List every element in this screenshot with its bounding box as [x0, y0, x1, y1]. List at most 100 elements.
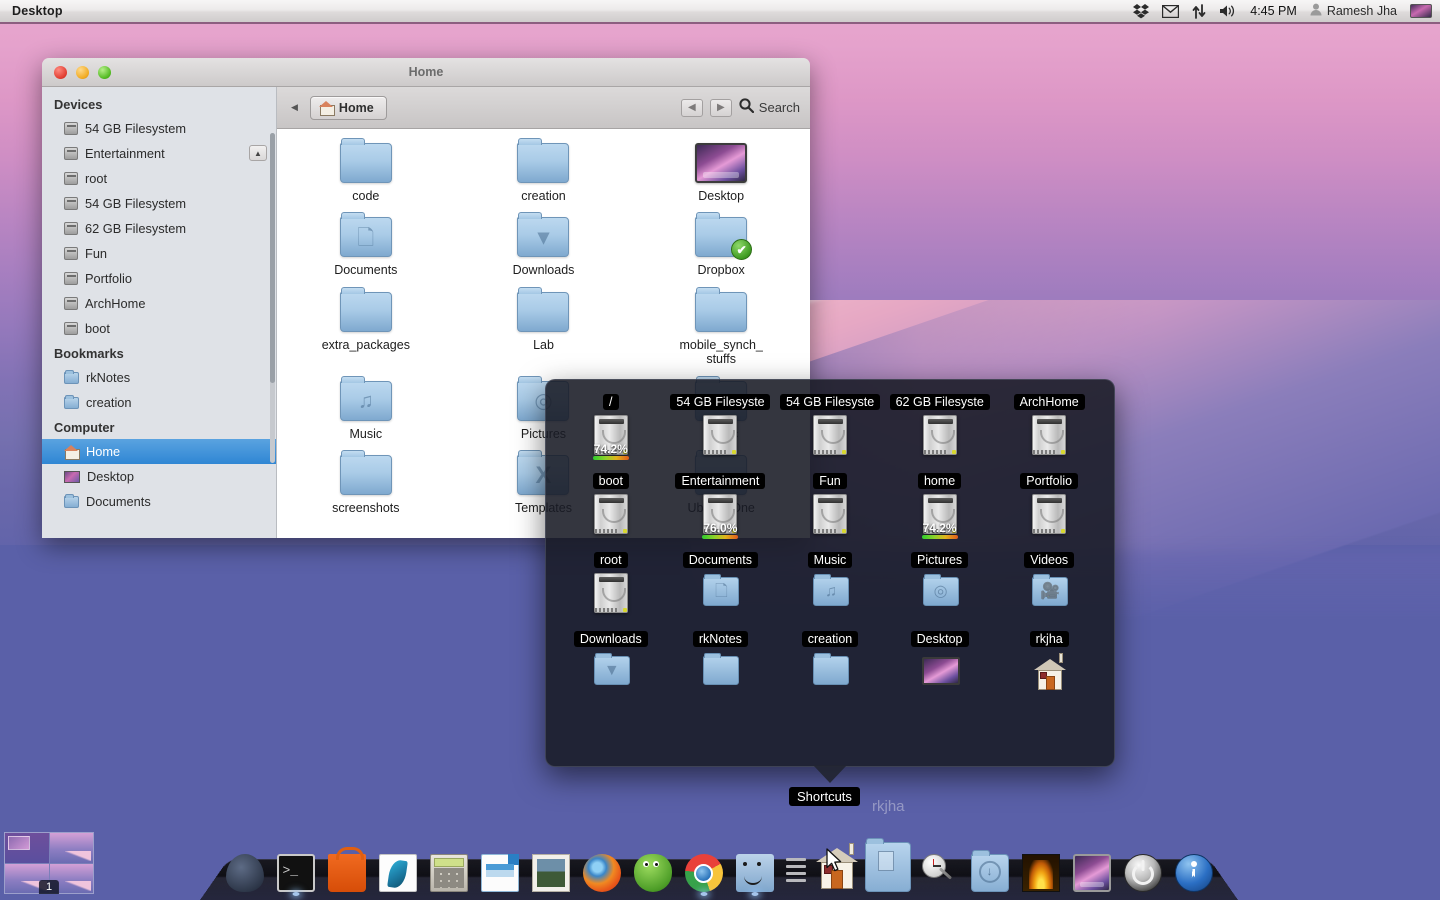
- sidebar-scrollbar[interactable]: [270, 133, 275, 463]
- search-icon: [739, 98, 754, 117]
- display-icon[interactable]: [1410, 4, 1432, 19]
- sidebar-item-54gb-filesystem-2[interactable]: 54 GB Filesystem: [42, 191, 276, 216]
- window-title-bar[interactable]: Home: [42, 58, 810, 87]
- dock-item-terminal[interactable]: >_: [273, 846, 319, 892]
- dock-item-downloads-stack[interactable]: [967, 846, 1013, 892]
- file-item[interactable]: Lab: [455, 292, 633, 367]
- search-button[interactable]: Search: [739, 98, 800, 117]
- dock-item-search-clock[interactable]: [916, 846, 962, 892]
- sidebar-item-root[interactable]: root: [42, 166, 276, 191]
- shortcut-item-portfolio[interactable]: Portfolio: [994, 473, 1104, 536]
- shortcuts-popup-panel[interactable]: / 74.2% 54 GB Filesyste 54 GB Filesyste …: [545, 379, 1115, 767]
- workspace-2[interactable]: [50, 833, 94, 863]
- sidebar-item-home[interactable]: Home: [42, 439, 276, 464]
- dock-item-image-viewer[interactable]: [528, 846, 574, 892]
- file-item[interactable]: Desktop: [632, 143, 810, 203]
- sidebar-item-rknotes[interactable]: rkNotes: [42, 365, 276, 390]
- shortcut-item-fun[interactable]: Fun: [775, 473, 885, 536]
- hard-drive-icon: [807, 413, 853, 457]
- dock-item-messenger[interactable]: [630, 846, 676, 892]
- shortcut-item-documents[interactable]: Documents 🗋: [666, 552, 776, 615]
- dock-item-desktop-preview[interactable]: [1069, 846, 1115, 892]
- file-item[interactable]: mobile_synch_ stuffs: [632, 292, 810, 367]
- file-item[interactable]: creation: [455, 143, 633, 203]
- shortcut-item-pictures[interactable]: Pictures ◎: [885, 552, 995, 615]
- sidebar-header-computer: Computer: [42, 415, 276, 439]
- shortcut-item-archhome[interactable]: ArchHome: [994, 394, 1104, 457]
- shortcut-item-rknotes[interactable]: rkNotes: [666, 631, 776, 694]
- dock[interactable]: >_: [200, 832, 1238, 900]
- path-scroll-left-icon[interactable]: ◀: [287, 102, 302, 113]
- nav-back-button[interactable]: ◀: [681, 99, 703, 117]
- file-item[interactable]: ✔ Dropbox: [632, 217, 810, 277]
- drive-icon: [64, 297, 78, 310]
- sidebar-item-desktop[interactable]: Desktop: [42, 464, 276, 489]
- shortcut-item-videos[interactable]: Videos 🎥: [994, 552, 1104, 615]
- file-item[interactable]: extra_packages: [277, 292, 455, 367]
- breadcrumb-home[interactable]: Home: [310, 96, 387, 120]
- breadcrumb-label: Home: [339, 101, 374, 115]
- dock-item-text-editor[interactable]: [375, 846, 421, 892]
- mail-icon[interactable]: [1162, 5, 1179, 18]
- network-transfer-icon[interactable]: [1192, 4, 1206, 19]
- dock-item-fire-wallpaper[interactable]: [1018, 846, 1064, 892]
- dock-item-calculator[interactable]: [426, 846, 472, 892]
- shortcut-item-54gb-1[interactable]: 54 GB Filesyste: [666, 394, 776, 457]
- dropbox-icon[interactable]: [1133, 4, 1149, 19]
- sidebar-item-portfolio[interactable]: Portfolio: [42, 266, 276, 291]
- shortcut-item-entertainment[interactable]: Entertainment 76.0%: [666, 473, 776, 536]
- dock-item-software-center[interactable]: [324, 846, 370, 892]
- disk-usage-percent: 74.2%: [923, 522, 957, 534]
- nav-forward-button[interactable]: ▶: [710, 99, 732, 117]
- sidebar-item-archhome[interactable]: ArchHome: [42, 291, 276, 316]
- workspace-1[interactable]: [5, 833, 49, 863]
- shortcut-item-downloads[interactable]: Downloads ▼: [556, 631, 666, 694]
- workspace-switcher[interactable]: 1: [4, 832, 94, 894]
- file-item[interactable]: code: [277, 143, 455, 203]
- file-item[interactable]: screenshots: [277, 455, 455, 515]
- shortcut-item-54gb-2[interactable]: 54 GB Filesyste: [775, 394, 885, 457]
- dock-item-chrome[interactable]: [681, 846, 727, 892]
- dock-item-finder[interactable]: [732, 846, 778, 892]
- sidebar-item-fun[interactable]: Fun: [42, 241, 276, 266]
- shortcut-item-62gb[interactable]: 62 GB Filesyste: [885, 394, 995, 457]
- shortcut-item-rkjha[interactable]: rkjha: [994, 631, 1104, 694]
- file-item[interactable]: ▼ Downloads: [455, 217, 633, 277]
- file-item[interactable]: 🗋 Documents: [277, 217, 455, 277]
- file-manager-sidebar[interactable]: Devices 54 GB Filesystem Entertainment▲ …: [42, 87, 277, 538]
- dock-item-firefox[interactable]: [579, 846, 625, 892]
- shortcut-item-creation[interactable]: creation: [775, 631, 885, 694]
- file-name: Downloads: [513, 263, 575, 277]
- shortcut-label: rkNotes: [693, 631, 748, 647]
- shortcut-item-desktop[interactable]: Desktop: [885, 631, 995, 694]
- sidebar-item-62gb-filesystem[interactable]: 62 GB Filesystem: [42, 216, 276, 241]
- window-title: Home: [42, 65, 810, 79]
- shortcut-item-root-slash[interactable]: / 74.2%: [556, 394, 666, 457]
- music-folder-icon: ♫: [340, 381, 392, 421]
- file-manager-toolbar: ◀ Home ◀ ▶ Search: [277, 87, 810, 129]
- shortcut-item-root[interactable]: root: [556, 552, 666, 615]
- volume-icon[interactable]: [1219, 4, 1237, 18]
- file-item[interactable]: ♫ Music: [277, 381, 455, 441]
- sidebar-item-54gb-filesystem-1[interactable]: 54 GB Filesystem: [42, 116, 276, 141]
- mouse-cursor: [826, 848, 844, 874]
- eject-icon[interactable]: ▲: [249, 145, 267, 161]
- shortcut-item-boot[interactable]: boot: [556, 473, 666, 536]
- shortcut-item-home[interactable]: home 74.2%: [885, 473, 995, 536]
- dock-item-libreoffice[interactable]: [477, 846, 523, 892]
- sidebar-item-entertainment[interactable]: Entertainment▲: [42, 141, 276, 166]
- dock-item-shutdown[interactable]: [1120, 846, 1166, 892]
- user-menu[interactable]: Ramesh Jha: [1310, 3, 1397, 19]
- sidebar-item-documents[interactable]: Documents: [42, 489, 276, 514]
- disk-usage-indicator: 76.0%: [700, 522, 740, 539]
- dock-item-accessibility[interactable]: [1171, 846, 1217, 892]
- sidebar-header-devices: Devices: [42, 92, 276, 116]
- shortcut-item-music[interactable]: Music ♫: [775, 552, 885, 615]
- shortcut-label: 54 GB Filesyste: [780, 394, 880, 410]
- menu-bar-clock[interactable]: 4:45 PM: [1250, 4, 1297, 18]
- dock-item-apple-menu[interactable]: [222, 846, 268, 892]
- sidebar-item-creation[interactable]: creation: [42, 390, 276, 415]
- sidebar-item-boot[interactable]: boot: [42, 316, 276, 341]
- hard-drive-icon: [1026, 492, 1072, 536]
- dock-item-documents-stack[interactable]: [865, 846, 911, 892]
